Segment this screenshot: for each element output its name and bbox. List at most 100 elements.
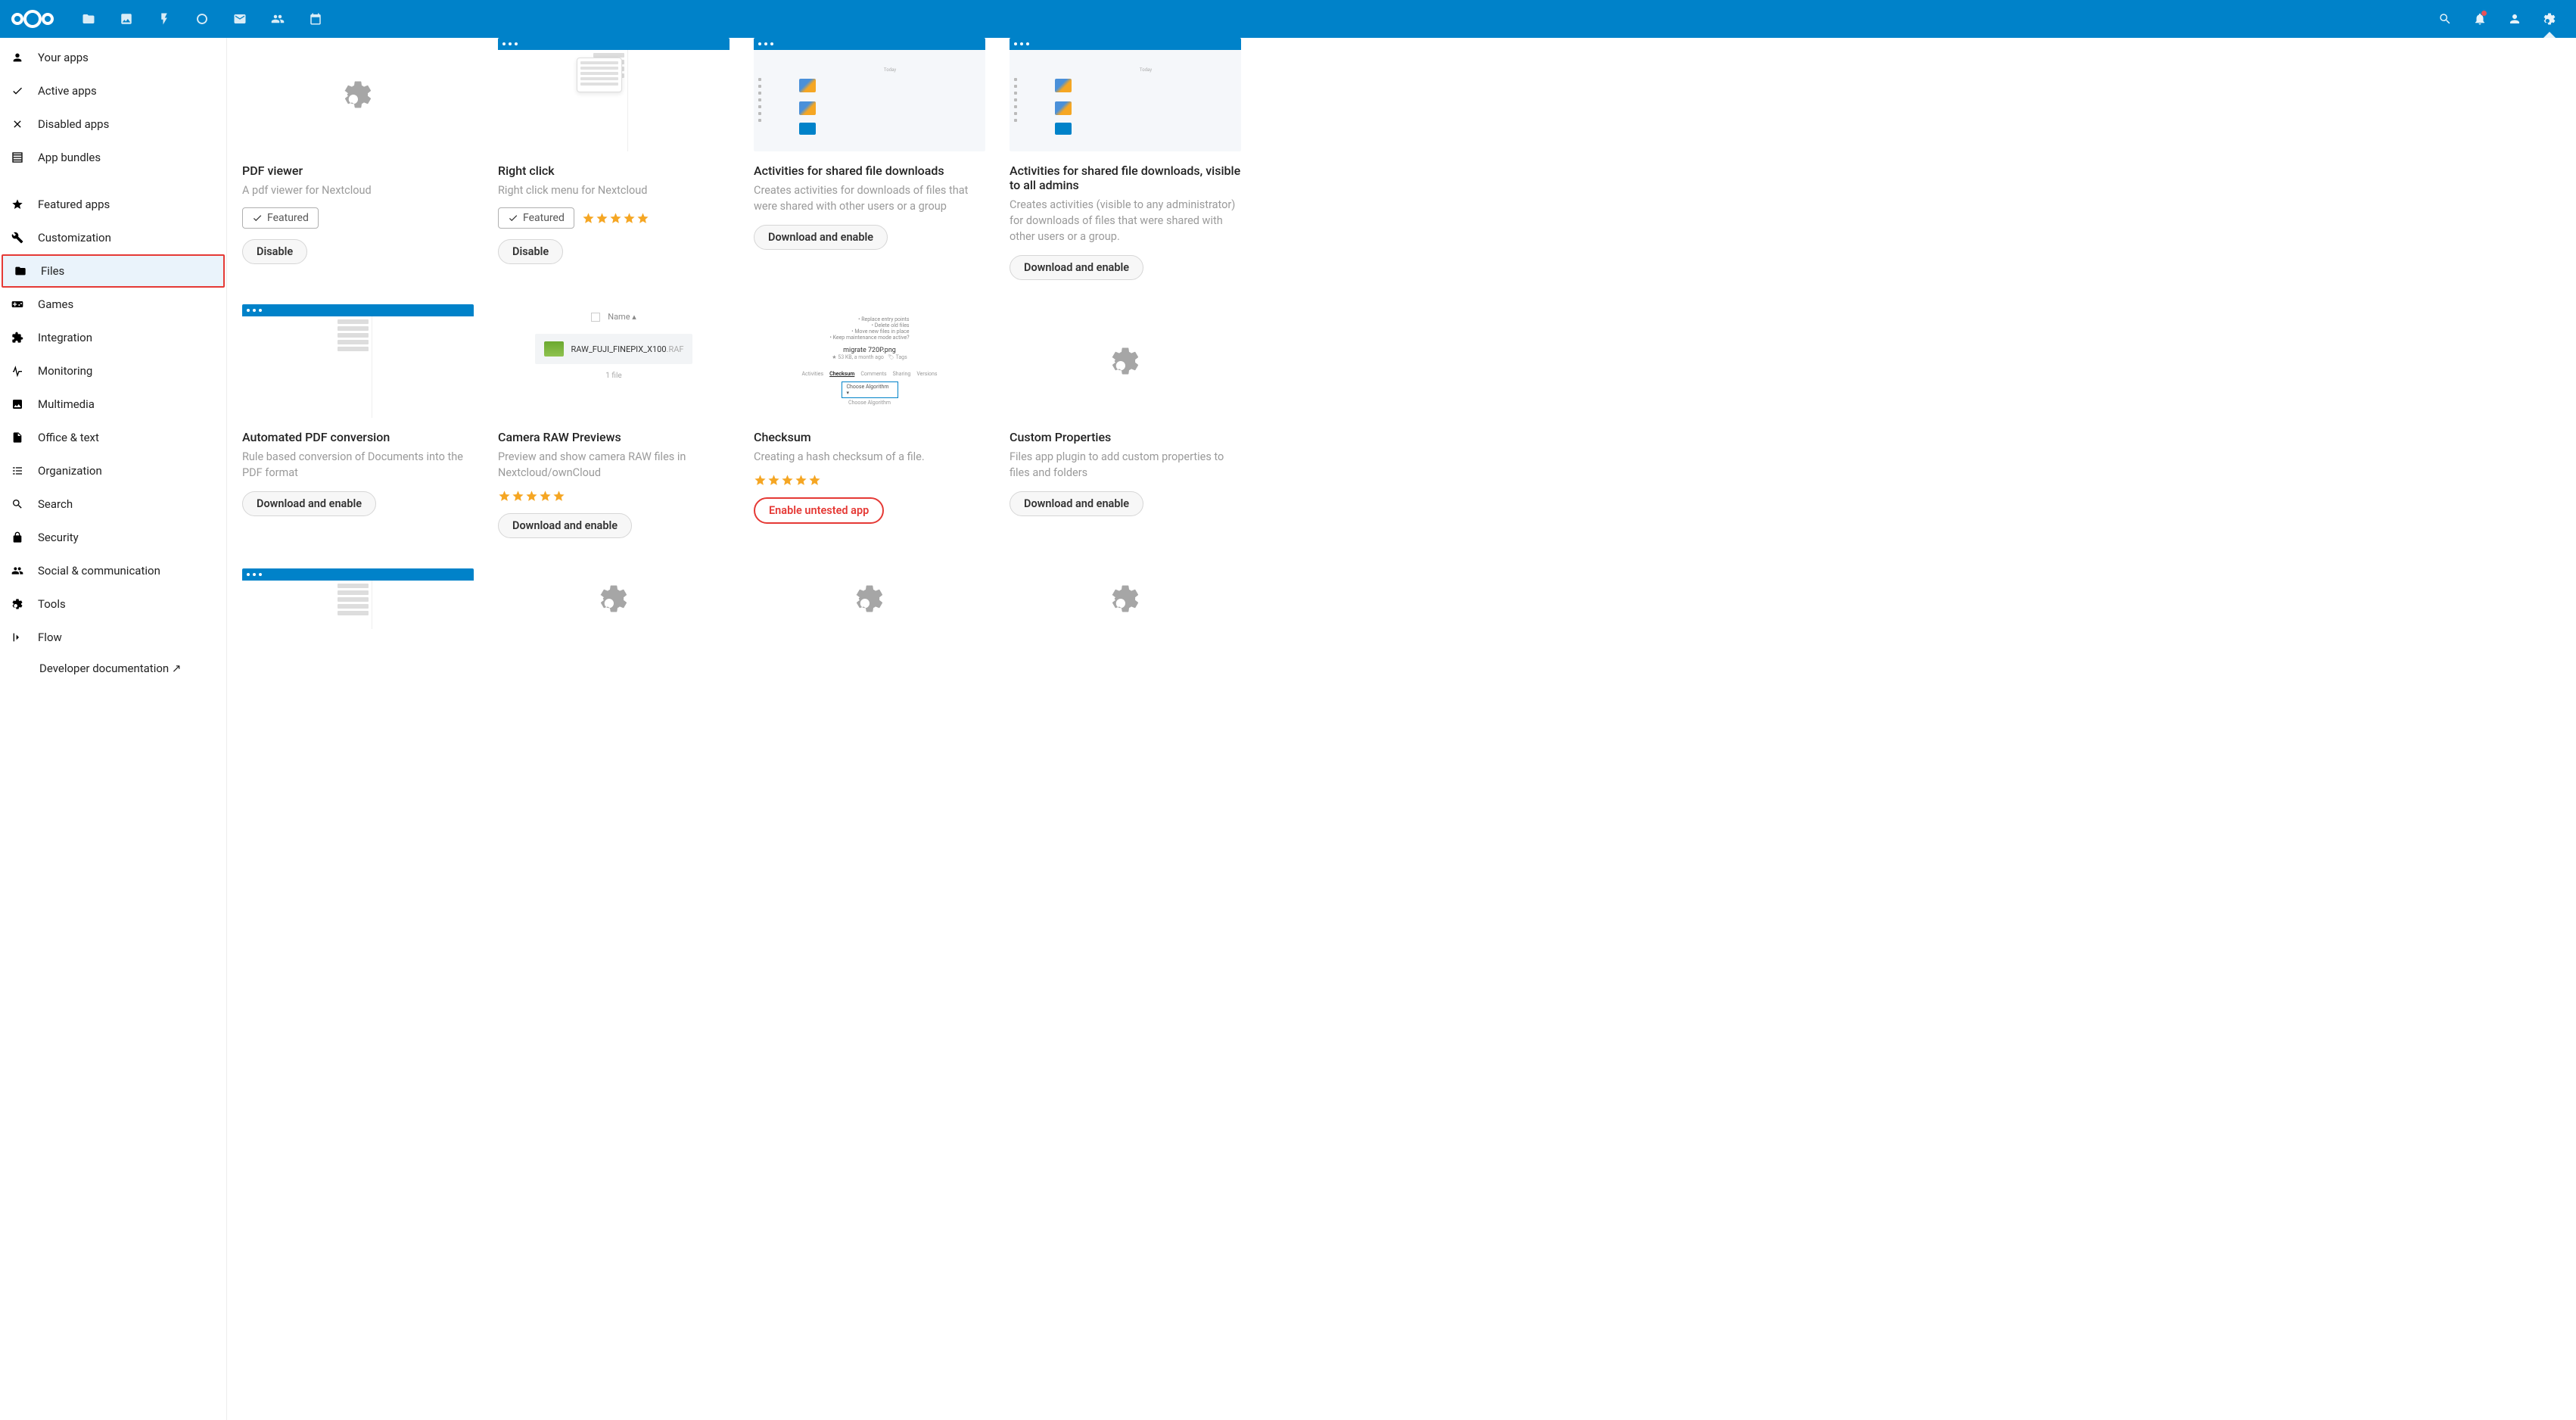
app-card[interactable]	[498, 568, 730, 629]
app-title: Activities for shared file downloads	[754, 163, 985, 178]
folder-icon	[14, 264, 27, 278]
app-card[interactable]: • Replace entry points• Delete old files…	[754, 304, 985, 538]
rating-stars	[754, 474, 821, 487]
contacts-menu-icon[interactable]	[2497, 0, 2532, 38]
sidebar-item-label: Tools	[38, 597, 66, 611]
rating-stars	[498, 490, 565, 503]
sidebar-item-app-bundles[interactable]: App bundles	[0, 141, 226, 174]
app-action-button[interactable]: Download and enable	[242, 491, 376, 516]
nav-photos-icon[interactable]	[107, 0, 145, 38]
app-title: PDF viewer	[242, 163, 474, 178]
app-action-button[interactable]: Disable	[242, 239, 307, 264]
star-icon	[11, 198, 24, 211]
app-thumbnail	[498, 568, 730, 629]
app-card[interactable]: TodayActivities for shared file download…	[1010, 38, 1241, 280]
sidebar-item-social-communication[interactable]: Social & communication	[0, 554, 226, 587]
sidebar-item-security[interactable]: Security	[0, 521, 226, 554]
sidebar-item-label: Search	[38, 497, 73, 511]
app-card[interactable]: PDF viewer A pdf viewer for Nextcloud Feat…	[242, 38, 474, 280]
sidebar-item-label: Active apps	[38, 84, 97, 98]
app-thumbnail	[242, 38, 474, 151]
multimedia-icon	[11, 397, 24, 411]
featured-badge: Featured	[498, 207, 574, 229]
sidebar-item-office-text[interactable]: Office & text	[0, 421, 226, 454]
security-icon	[11, 531, 24, 544]
app-description: Right click menu for Nextcloud	[498, 182, 730, 198]
sidebar-item-label: Integration	[38, 331, 92, 344]
search-icon[interactable]	[2428, 0, 2462, 38]
app-thumbnail	[754, 568, 985, 629]
notifications-icon[interactable]	[2462, 0, 2497, 38]
sidebar-item-tools[interactable]: Tools	[0, 587, 226, 621]
sidebar-item-label: Flow	[38, 631, 62, 644]
sidebar-item-your-apps[interactable]: Your apps	[0, 41, 226, 74]
app-card[interactable]	[242, 568, 474, 629]
user-icon	[11, 51, 24, 64]
main-content: PDF viewer A pdf viewer for Nextcloud Feat…	[227, 38, 2576, 1420]
sidebar-item-organization[interactable]: Organization	[0, 454, 226, 487]
app-card[interactable]	[754, 568, 985, 629]
app-action-button[interactable]: Download and enable	[754, 225, 888, 250]
sidebar-item-flow[interactable]: Flow	[0, 621, 226, 654]
social-icon	[11, 564, 24, 578]
office-icon	[11, 431, 24, 444]
sidebar-item-label: Multimedia	[38, 397, 95, 411]
app-title: Right click	[498, 163, 730, 178]
sidebar-item-label: Security	[38, 531, 79, 544]
sidebar-item-multimedia[interactable]: Multimedia	[0, 388, 226, 421]
nav-files-icon[interactable]	[70, 0, 107, 38]
sidebar-item-featured-apps[interactable]: Featured apps	[0, 188, 226, 221]
sidebar-item-label: Your apps	[38, 51, 89, 64]
app-description: Creating a hash checksum of a file.	[754, 449, 985, 465]
app-card[interactable]: Custom PropertiesFiles app plugin to add…	[1010, 304, 1241, 538]
games-icon	[11, 297, 24, 311]
app-thumbnail: • Replace entry points• Delete old files…	[754, 304, 985, 418]
app-thumbnail	[242, 568, 474, 629]
app-card[interactable]: Automated PDF conversionRule based conve…	[242, 304, 474, 538]
nav-contacts-icon[interactable]	[259, 0, 297, 38]
sidebar-item-label: Featured apps	[38, 198, 110, 211]
sidebar-item-files[interactable]: Files	[2, 254, 225, 288]
app-action-button[interactable]: Download and enable	[1010, 255, 1143, 280]
bundle-icon	[11, 151, 24, 164]
sidebar-item-active-apps[interactable]: Active apps	[0, 74, 226, 107]
app-card[interactable]: Right click Right click menu for Nextclou…	[498, 38, 730, 280]
sidebar-item-customization[interactable]: Customization	[0, 221, 226, 254]
settings-icon[interactable]	[2532, 0, 2567, 38]
app-title: Custom Properties	[1010, 430, 1241, 444]
app-action-button[interactable]: Enable untested app	[754, 497, 884, 524]
app-title: Activities for shared file downloads, vi…	[1010, 163, 1241, 192]
app-title: Automated PDF conversion	[242, 430, 474, 444]
top-bar	[0, 0, 2576, 38]
sidebar-item-disabled-apps[interactable]: Disabled apps	[0, 107, 226, 141]
developer-docs-link[interactable]: Developer documentation ↗	[0, 654, 226, 683]
app-description: Creates activities for downloads of file…	[754, 182, 985, 214]
app-card[interactable]: TodayActivities for shared file download…	[754, 38, 985, 280]
app-card[interactable]: Name ▴RAW_FUJI_FINEPIX_X100.RAF1 fileCam…	[498, 304, 730, 538]
app-thumbnail	[498, 38, 730, 151]
nav-talk-icon[interactable]	[183, 0, 221, 38]
monitor-icon	[11, 364, 24, 378]
nextcloud-logo[interactable]	[9, 7, 56, 31]
wrench-icon	[11, 231, 24, 244]
nav-mail-icon[interactable]	[221, 0, 259, 38]
featured-badge: Featured	[242, 207, 319, 229]
app-description: A pdf viewer for Nextcloud	[242, 182, 474, 198]
sidebar-item-games[interactable]: Games	[0, 288, 226, 321]
app-card[interactable]	[1010, 568, 1241, 629]
app-thumbnail	[1010, 304, 1241, 418]
app-action-button[interactable]: Disable	[498, 239, 563, 264]
close-icon	[11, 117, 24, 131]
check-icon	[11, 84, 24, 98]
app-thumbnail: Name ▴RAW_FUJI_FINEPIX_X100.RAF1 file	[498, 304, 730, 418]
app-action-button[interactable]: Download and enable	[498, 513, 632, 538]
nav-calendar-icon[interactable]	[297, 0, 334, 38]
sidebar: Your apps Active apps Disabled appsApp bun…	[0, 38, 227, 1420]
search-icon	[11, 497, 24, 511]
nav-activity-icon[interactable]	[145, 0, 183, 38]
app-description: Creates activities (visible to any admin…	[1010, 197, 1241, 244]
app-action-button[interactable]: Download and enable	[1010, 491, 1143, 516]
sidebar-item-monitoring[interactable]: Monitoring	[0, 354, 226, 388]
sidebar-item-integration[interactable]: Integration	[0, 321, 226, 354]
sidebar-item-search[interactable]: Search	[0, 487, 226, 521]
